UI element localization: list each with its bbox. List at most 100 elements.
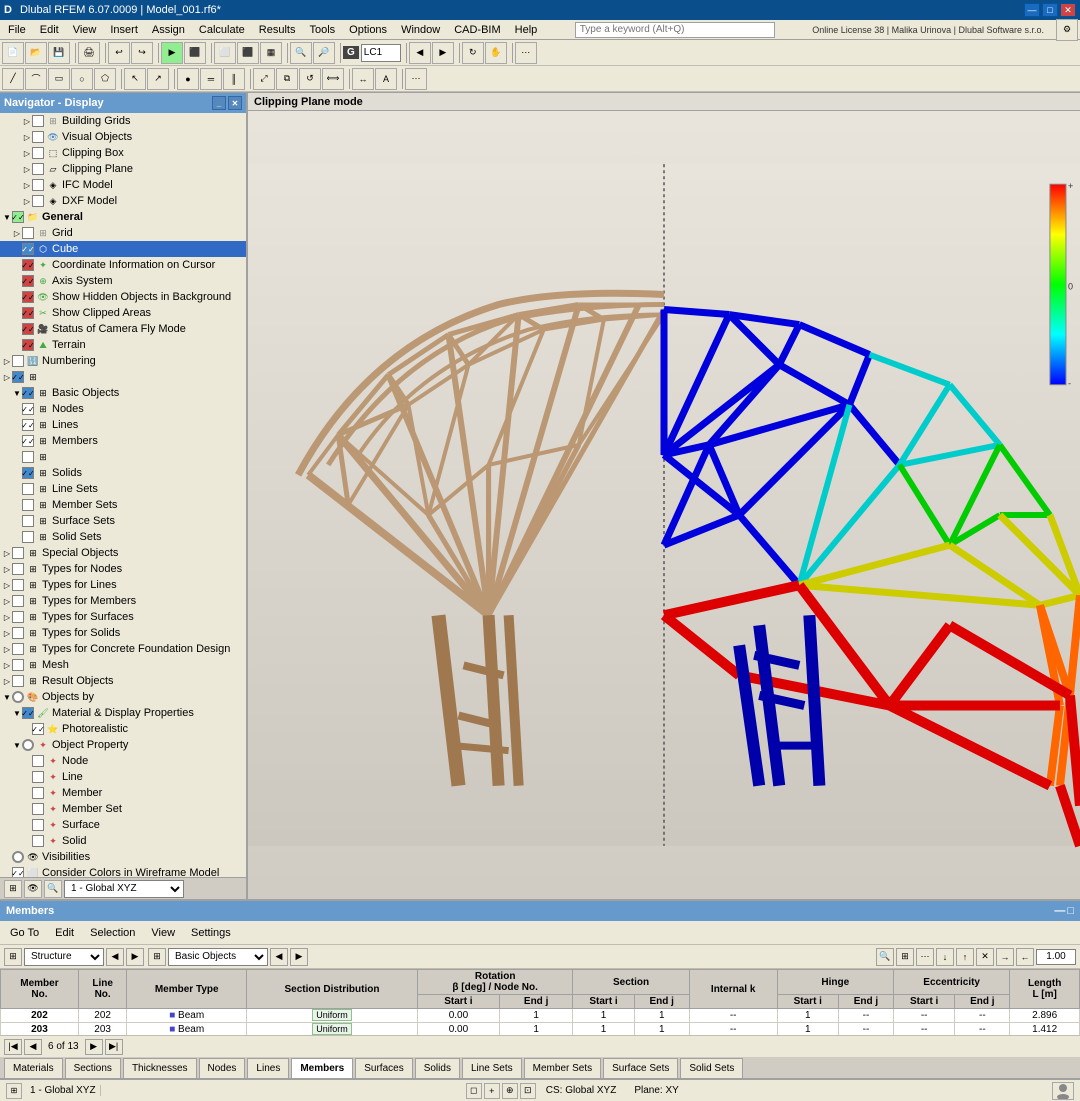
filter-objects-select[interactable]: Basic Objects: [168, 948, 268, 966]
tree-item-material-display[interactable]: ▼ ✓ 🖌 Material & Display Properties: [0, 705, 246, 721]
tree-item-mesh[interactable]: ▷ ⊞ Mesh: [0, 657, 246, 673]
draw-arc-btn[interactable]: ⌒: [25, 68, 47, 90]
filter-btn-nav-next[interactable]: ▶: [126, 948, 144, 966]
menu-assign[interactable]: Assign: [146, 22, 191, 38]
nav-bottom-btn2[interactable]: 👁: [24, 880, 42, 898]
navigator-minimize-btn[interactable]: _: [212, 96, 226, 110]
tree-item-ifc-model[interactable]: ▷ ◈ IFC Model: [0, 177, 246, 193]
table-tool-btn3[interactable]: ⋯: [916, 948, 934, 966]
tree-item-building-grids[interactable]: ▷ ⊞ Building Grids: [0, 113, 246, 129]
table-tool-btn4[interactable]: ↓: [936, 948, 954, 966]
column-btn[interactable]: ║: [223, 68, 245, 90]
rotate-btn[interactable]: ↻: [462, 42, 484, 64]
filter-btn-obj-nav-prev[interactable]: ◀: [270, 948, 288, 966]
bottom-menu-selection[interactable]: Selection: [84, 925, 141, 941]
pan-btn[interactable]: ✋: [485, 42, 507, 64]
redo-btn[interactable]: ↪: [131, 42, 153, 64]
stop-btn[interactable]: ⬛: [184, 42, 206, 64]
nav-view-select[interactable]: 1 - Global XYZ: [64, 880, 184, 898]
tree-item-camera-fly[interactable]: ✓ 🎥 Status of Camera Fly Mode: [0, 321, 246, 337]
tree-item-colors-header[interactable]: ▼ 🎨 Objects by: [0, 689, 246, 705]
tree-item-solids2[interactable]: ✓ ⊞ Solids: [0, 465, 246, 481]
tab-solids[interactable]: Solids: [415, 1058, 460, 1078]
menu-help[interactable]: Help: [509, 22, 544, 38]
filter-btn-obj-nav-next[interactable]: ▶: [290, 948, 308, 966]
tab-member-sets[interactable]: Member Sets: [524, 1058, 601, 1078]
tree-item-types-lines[interactable]: ▷ ⊞ Types for Lines: [0, 577, 246, 593]
tab-materials[interactable]: Materials: [4, 1058, 63, 1078]
tree-item-types-surfaces[interactable]: ▷ ⊞ Types for Surfaces: [0, 609, 246, 625]
tab-surface-sets[interactable]: Surface Sets: [603, 1058, 678, 1078]
table-row[interactable]: 203 203 ■ Beam Uniform 0.00 1 1 1 -- 1 -…: [1, 1023, 1080, 1036]
table-tool-btn7[interactable]: →: [996, 948, 1014, 966]
bottom-expand-btn[interactable]: □: [1067, 905, 1074, 917]
maximize-button[interactable]: □: [1042, 3, 1058, 17]
draw-circle-btn[interactable]: ○: [71, 68, 93, 90]
tree-item-clipping-box[interactable]: ▷ ⬚ Clipping Box: [0, 145, 246, 161]
statusbar-snap1[interactable]: ◻: [466, 1083, 482, 1099]
new-btn[interactable]: 📄: [2, 42, 24, 64]
tree-item-object-property[interactable]: ▼ ✦ Object Property: [0, 737, 246, 753]
tree-item-members[interactable]: ✓ ⊞ Members: [0, 433, 246, 449]
statusbar-snap4[interactable]: ⊡: [520, 1083, 536, 1099]
draw-rect-btn[interactable]: ▭: [48, 68, 70, 90]
undo-btn[interactable]: ↩: [108, 42, 130, 64]
statusbar-btn1[interactable]: ⊞: [6, 1083, 22, 1099]
menu-calculate[interactable]: Calculate: [193, 22, 251, 38]
tab-surfaces[interactable]: Surfaces: [355, 1058, 412, 1078]
dimension-btn[interactable]: ↔: [352, 68, 374, 90]
tree-item-photorealistic[interactable]: ✓ ⭐ Photorealistic: [0, 721, 246, 737]
navigator-close-btn[interactable]: ✕: [228, 96, 242, 110]
filter-btn-nav-prev[interactable]: ◀: [106, 948, 124, 966]
menu-tools[interactable]: Tools: [303, 22, 341, 38]
tree-item-surface-prop[interactable]: ✦ Surface: [0, 817, 246, 833]
nav-bottom-btn1[interactable]: ⊞: [4, 880, 22, 898]
tree-item-general[interactable]: ▼ ✓ 📁 General: [0, 209, 246, 225]
table-tool-btn6[interactable]: ✕: [976, 948, 994, 966]
tab-nodes[interactable]: Nodes: [199, 1058, 246, 1078]
tree-item-result-objects[interactable]: ▷ ⊞ Result Objects: [0, 673, 246, 689]
tree-item-types-nodes[interactable]: ▷ ⊞ Types for Nodes: [0, 561, 246, 577]
table-tool-btn5[interactable]: ↑: [956, 948, 974, 966]
tree-item-solid-prop[interactable]: ✦ Solid: [0, 833, 246, 849]
filter-btn-objects[interactable]: ⊞: [148, 948, 166, 966]
bottom-menu-settings[interactable]: Settings: [185, 925, 237, 941]
menu-results[interactable]: Results: [253, 22, 302, 38]
nav-bottom-btn3[interactable]: 🔍: [44, 880, 62, 898]
tab-solid-sets[interactable]: Solid Sets: [680, 1058, 743, 1078]
tree-item-special-objects[interactable]: ▷ ⊞ Special Objects: [0, 545, 246, 561]
page-last-btn[interactable]: ▶|: [105, 1039, 123, 1055]
nav-prev-btn[interactable]: ◀: [409, 42, 431, 64]
tree-item-numbering[interactable]: ▷ 🔢 Numbering: [0, 353, 246, 369]
filter-structure-select[interactable]: Structure: [24, 948, 104, 966]
minimize-button[interactable]: —: [1024, 3, 1040, 17]
toolbar-more1[interactable]: ⋯: [515, 42, 537, 64]
tree-item-clipping-plane[interactable]: ▷ ▱ Clipping Plane: [0, 161, 246, 177]
tree-item-visibilities[interactable]: 👁 Visibilities: [0, 849, 246, 865]
zoom-out-btn[interactable]: 🔎: [313, 42, 335, 64]
tree-item-nodes[interactable]: ✓ ⊞ Nodes: [0, 401, 246, 417]
deselect-btn[interactable]: ↗: [147, 68, 169, 90]
tree-item-member-sets[interactable]: ⊞ Member Sets: [0, 497, 246, 513]
tab-line-sets[interactable]: Line Sets: [462, 1058, 522, 1078]
tree-item-view-cube[interactable]: ✓ ⬡ Cube: [0, 241, 246, 257]
tab-lines[interactable]: Lines: [247, 1058, 289, 1078]
copy-btn[interactable]: ⧉: [276, 68, 298, 90]
tab-members[interactable]: Members: [291, 1058, 353, 1078]
tree-item-wireframe-colors[interactable]: ✓ ⬜ Consider Colors in Wireframe Model: [0, 865, 246, 877]
page-next-btn[interactable]: ▶: [85, 1039, 103, 1055]
zoom-input[interactable]: [1036, 949, 1076, 965]
tree-item-types-concrete[interactable]: ▷ ⊞ Types for Concrete Foundation Design: [0, 641, 246, 657]
statusbar-snap3[interactable]: ⊕: [502, 1083, 518, 1099]
tree-item-grid[interactable]: ▷ ⊞ Grid: [0, 225, 246, 241]
toolbar-more2[interactable]: ⋯: [405, 68, 427, 90]
tree-item-surfaces2[interactable]: ⊞: [0, 449, 246, 465]
tree-item-terrain[interactable]: ✓ ⛰ Terrain: [0, 337, 246, 353]
tree-item-dxf-model[interactable]: ▷ ◈ DXF Model: [0, 193, 246, 209]
label-btn[interactable]: A: [375, 68, 397, 90]
statusbar-user-btn[interactable]: [1052, 1082, 1074, 1100]
view-btn1[interactable]: ⬜: [214, 42, 236, 64]
bottom-menu-view[interactable]: View: [145, 925, 181, 941]
move-btn[interactable]: ⤢: [253, 68, 275, 90]
table-tool-btn2[interactable]: ⊞: [896, 948, 914, 966]
